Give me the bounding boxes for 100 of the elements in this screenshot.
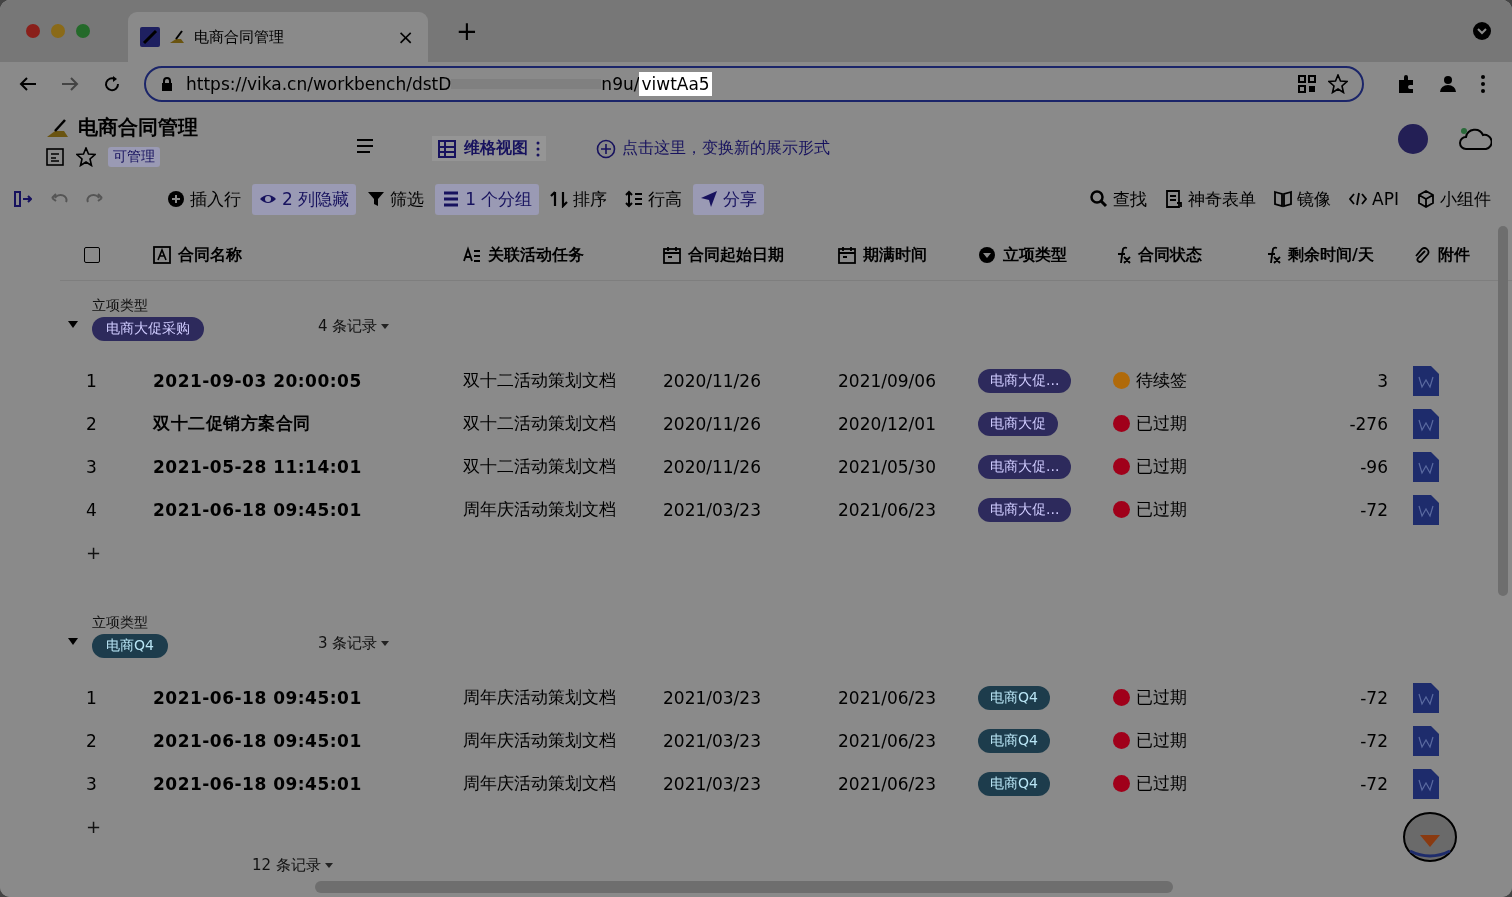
select-all-checkbox[interactable] (84, 247, 100, 263)
vertical-scrollbar[interactable] (1498, 226, 1508, 596)
long-text-icon (463, 246, 481, 264)
table-cell-text: 2021-06-18 09:45:01 (152, 499, 363, 520)
option-tag: 电商大促... (978, 454, 1072, 479)
add-view-link[interactable]: 点击这里，变换新的展示形式 (622, 138, 830, 159)
table-cell-text: 2020/12/01 (837, 413, 937, 434)
grid-view-icon (438, 139, 456, 158)
column-header[interactable]: 附件 (1400, 244, 1495, 266)
calendar-icon (663, 246, 681, 264)
column-header[interactable]: 合同起始日期 (650, 244, 825, 266)
table-cell-text: -276 (1348, 413, 1389, 434)
table-cell-text: 2020/11/26 (662, 370, 762, 391)
toolbar-button[interactable]: 神奇表单 (1158, 183, 1264, 215)
toolbar-button[interactable]: 行高 (618, 183, 690, 215)
table-cell-text: 周年庆活动策划文档 (462, 772, 617, 795)
toolbar-button[interactable]: 镜像 (1267, 183, 1339, 215)
paperclip-icon (1413, 246, 1431, 264)
dropdown-icon (1472, 21, 1492, 41)
toolbar-button[interactable]: 分享 (693, 183, 765, 215)
add-row-button[interactable]: + (60, 805, 140, 848)
toolbar-button[interactable]: 插入行 (160, 183, 248, 215)
filter-icon (367, 190, 386, 208)
column-header[interactable]: 关联活动任务 (450, 244, 650, 266)
row-number: 1 (85, 370, 98, 391)
column-header[interactable]: 立项类型 (965, 244, 1100, 266)
status-text: 已过期 (1136, 772, 1187, 795)
table-cell-text: 双十二活动策划文档 (462, 412, 617, 435)
record-count: 4 条记录 (318, 317, 378, 336)
table-cell-text: 2021/06/23 (837, 773, 937, 794)
option-tag: 电商大促... (978, 497, 1072, 522)
toolbar-button[interactable]: 查找 (1083, 183, 1155, 215)
table-cell-text: 2021/06/23 (837, 499, 937, 520)
group-field-label: 立项类型 (92, 297, 149, 315)
new-tab-button[interactable]: + (450, 15, 484, 47)
table-cell-text: -72 (1359, 499, 1389, 520)
address-bar[interactable]: https://vika.cn/workbench/dstD n9u/viwtAa5 (144, 66, 1364, 102)
table-cell-text: 2021/03/23 (662, 499, 762, 520)
maximize-window-button[interactable] (76, 24, 90, 38)
cube-icon (1417, 190, 1435, 208)
code-icon (1349, 190, 1368, 208)
table-cell-text: 双十二促销方案合同 (151, 412, 312, 435)
toolbar-button[interactable]: 排序 (543, 183, 615, 215)
status-text: 已过期 (1136, 729, 1187, 752)
toolbar-button[interactable]: 2 列隐藏 (252, 183, 357, 215)
toolbar-button[interactable]: 小组件 (1410, 183, 1498, 215)
option-tag: 电商大促 (978, 411, 1058, 436)
sort-icon (550, 190, 569, 208)
option-tag: 电商大促... (978, 368, 1072, 393)
table-cell-text: -72 (1359, 773, 1389, 794)
row-number: 3 (85, 773, 98, 794)
row-height-icon (625, 190, 644, 208)
close-tab-button[interactable]: × (395, 25, 416, 49)
option-tag: 电商Q4 (978, 771, 1050, 796)
description-icon (46, 148, 64, 166)
add-circle-icon (596, 138, 616, 159)
column-header[interactable]: 合同状态 (1100, 244, 1250, 266)
tab-title: 电商合同管理 (194, 27, 285, 47)
writing-hand-icon (168, 28, 186, 46)
close-window-button[interactable] (26, 24, 40, 38)
table-cell-text: 3 (1376, 370, 1389, 391)
column-header[interactable]: 合同名称 (140, 244, 410, 266)
table-cell-text: 周年庆活动策划文档 (462, 686, 617, 709)
bookmark-star-icon (1328, 74, 1348, 94)
user-avatar[interactable] (1398, 124, 1428, 154)
view-tab[interactable]: 维格视图 (432, 136, 546, 161)
horizontal-scrollbar[interactable] (315, 881, 1173, 893)
more-vertical-icon (536, 140, 540, 157)
toolbar-button[interactable]: API (1342, 185, 1406, 213)
column-header[interactable]: 剩余时间/天 (1250, 244, 1400, 266)
word-document-icon (1413, 725, 1439, 756)
send-icon (700, 190, 719, 208)
add-row-button[interactable]: + (60, 531, 140, 574)
url-text: n9u/ (601, 74, 640, 94)
record-count: 3 条记录 (318, 634, 378, 653)
column-header[interactable]: 期满时间 (825, 244, 965, 266)
collapse-sidebar-icon (14, 190, 32, 208)
qr-code-icon (1298, 75, 1316, 93)
caret-icon (381, 641, 390, 646)
selected-url-text: viwtAa5 (639, 72, 712, 96)
status-text: 待续签 (1136, 369, 1187, 392)
calendar-icon (838, 246, 856, 264)
row-number: 3 (85, 456, 98, 477)
extensions-icon (1396, 74, 1416, 94)
browser-tab[interactable]: 电商合同管理 × (128, 12, 428, 62)
datasheet-title: 电商合同管理 (78, 114, 198, 141)
toolbar-button[interactable]: 筛选 (360, 183, 432, 215)
table-cell-text: 2021-06-18 09:45:01 (152, 773, 363, 794)
table-cell-text: 2021-06-18 09:45:01 (152, 730, 363, 751)
add-circle-icon (167, 190, 185, 208)
table-cell-text: 2021/03/23 (662, 773, 762, 794)
app-logo-icon (140, 27, 160, 47)
search-icon (1090, 190, 1109, 208)
minimize-window-button[interactable] (51, 24, 65, 38)
cloud-sync-icon (1458, 125, 1492, 153)
toolbar-button[interactable]: 1 个分组 (435, 183, 540, 215)
word-document-icon (1413, 451, 1439, 482)
profile-icon (1438, 74, 1458, 94)
option-tag: 电商Q4 (978, 685, 1050, 710)
table-cell-text: 双十二活动策划文档 (462, 369, 617, 392)
